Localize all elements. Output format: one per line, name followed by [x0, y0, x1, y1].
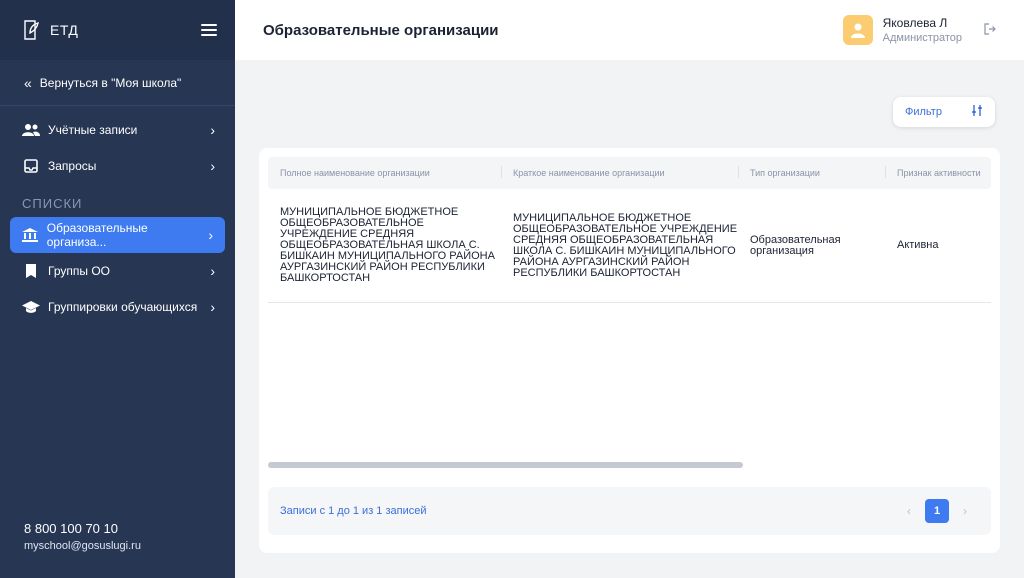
top-header: Образовательные организации Яковлева Л А… [235, 0, 1024, 60]
pagination: ‹ 1 › [907, 499, 979, 523]
cell-status: Активна [897, 239, 939, 251]
column-header-full-name[interactable]: Полное наименование организации [268, 168, 501, 178]
page-title: Образовательные организации [263, 21, 499, 39]
sidebar-nav: Учётные записи › Запросы › СПИСКИ Образо… [0, 106, 235, 325]
organizations-card: Полное наименование организации Краткое … [259, 148, 1000, 553]
institution-icon [21, 227, 39, 243]
cell-type: Образовательная организация [750, 233, 841, 257]
records-count: Записи с 1 до 1 из 1 записей [280, 505, 427, 517]
sidebar-item-accounts[interactable]: Учётные записи › [0, 112, 235, 148]
sidebar-item-groups[interactable]: Группы ОО › [0, 253, 235, 289]
sidebar-item-student-groupings[interactable]: Группировки обучающихся › [0, 289, 235, 325]
sidebar-brand: ЕТД [0, 0, 235, 60]
user-role: Администратор [882, 32, 962, 44]
chevron-left-icon[interactable]: ‹ [907, 504, 911, 518]
back-to-my-school-link[interactable]: « Вернуться в "Моя школа" [0, 60, 235, 106]
logo[interactable]: ЕТД [22, 19, 78, 41]
column-header-type[interactable]: Тип организации [738, 166, 885, 178]
avatar[interactable] [842, 15, 873, 45]
cell-short-name: МУНИЦИПАЛЬНОЕ БЮДЖЕТНОЕ ОБЩЕОБРАЗОВАТЕЛЬ… [513, 211, 738, 279]
table-header: Полное наименование организации Краткое … [268, 157, 991, 189]
users-icon [22, 122, 40, 138]
table-footer: Записи с 1 до 1 из 1 записей ‹ 1 › [268, 487, 991, 535]
organizations-table: Полное наименование организации Краткое … [268, 157, 991, 457]
back-link-label: Вернуться в "Моя школа" [39, 75, 182, 90]
chevron-right-icon: › [210, 299, 215, 315]
page-button-current[interactable]: 1 [925, 499, 949, 523]
bookmark-icon [22, 263, 40, 279]
column-header-short-name[interactable]: Краткое наименование организации [501, 166, 738, 178]
sidebar-item-label: Запросы [48, 159, 97, 173]
sidebar-item-label: Группировки обучающихся [48, 300, 198, 314]
double-chevron-left-icon: « [24, 74, 32, 91]
sidebar-item-label: Группы ОО [48, 264, 110, 278]
user-name: Яковлева Л [882, 16, 948, 30]
filter-button[interactable]: Фильтр [893, 97, 995, 127]
graduation-cap-icon [22, 299, 40, 315]
chevron-right-icon: › [208, 227, 213, 243]
horizontal-scrollbar[interactable] [268, 462, 743, 468]
table-row[interactable]: МУНИЦИПАЛЬНОЕ БЮДЖЕТНОЕ ОБЩЕОБРАЗОВАТЕЛЬ… [268, 189, 991, 303]
filter-button-label: Фильтр [905, 106, 942, 118]
sidebar-item-label: Образовательные организа... [46, 221, 148, 249]
section-label-lists: СПИСКИ [22, 196, 83, 211]
menu-toggle-icon[interactable] [201, 24, 217, 36]
user-icon [850, 23, 865, 38]
chevron-right-icon: › [210, 122, 215, 138]
support-phone[interactable]: 8 800 100 70 10 [24, 521, 141, 536]
leaf-logo-icon [24, 20, 39, 40]
sliders-icon [971, 105, 983, 119]
inbox-icon [22, 158, 40, 174]
user-profile: Яковлева Л Администратор [842, 15, 996, 45]
sidebar-item-requests[interactable]: Запросы › [0, 148, 235, 184]
user-info: Яковлева Л Администратор [883, 16, 962, 44]
logout-icon[interactable] [984, 22, 996, 38]
chevron-right-icon[interactable]: › [963, 504, 967, 518]
support-email[interactable]: myschool@gosuslugi.ru [24, 540, 141, 552]
cell-full-name: МУНИЦИПАЛЬНОЕ БЮДЖЕТНОЕ ОБЩЕОБРАЗОВАТЕЛЬ… [280, 206, 495, 284]
logo-text: ЕТД [50, 22, 79, 38]
chevron-right-icon: › [210, 263, 215, 279]
column-header-status[interactable]: Признак активности [885, 166, 991, 178]
sidebar: ЕТД « Вернуться в "Моя школа" Учётные за… [0, 0, 235, 578]
sidebar-item-label: Учётные записи [48, 123, 138, 137]
support-contacts: 8 800 100 70 10 myschool@gosuslugi.ru [24, 521, 141, 552]
chevron-right-icon: › [210, 158, 215, 174]
sidebar-item-educational-organizations[interactable]: Образовательные организа... › [10, 217, 225, 253]
